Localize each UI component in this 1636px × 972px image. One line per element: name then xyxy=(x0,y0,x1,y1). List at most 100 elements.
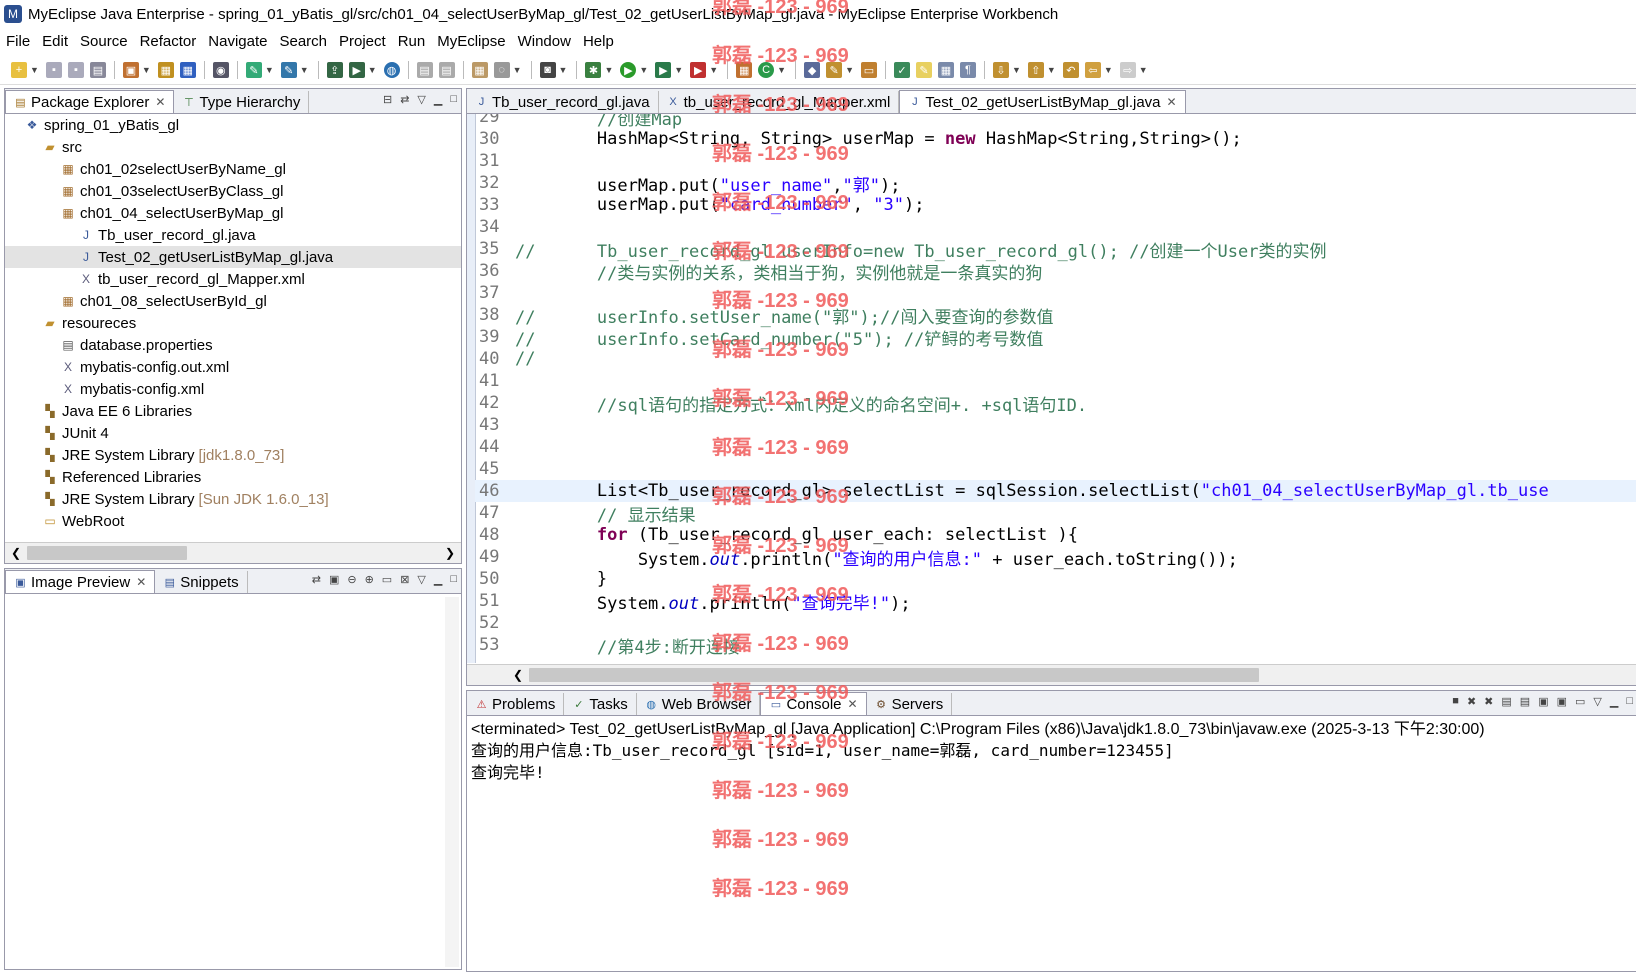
code-line[interactable]: 53 //第4步:断开连接 xyxy=(475,634,1636,658)
open-console-icon[interactable]: ▭ xyxy=(1575,695,1585,708)
code-line[interactable]: 52 xyxy=(475,612,1636,634)
report-icon[interactable]: ▤ xyxy=(416,62,433,78)
zoom-out-icon[interactable]: ⊖ xyxy=(347,573,356,586)
minimize-icon[interactable]: ▁ xyxy=(1610,695,1618,708)
debug-icon[interactable]: ✱ xyxy=(585,62,602,78)
code-line[interactable]: 33 userMap.put("card_number", "3"); xyxy=(475,194,1636,216)
new-class-icon[interactable]: C xyxy=(758,62,775,78)
close-icon[interactable]: ✕ xyxy=(155,95,165,109)
open-type-icon[interactable]: ▦ xyxy=(471,62,488,78)
tree-item[interactable]: Xmybatis-config.xml xyxy=(5,378,461,400)
server-icon[interactable]: ▦ xyxy=(179,62,196,78)
code-line[interactable]: 37 xyxy=(475,282,1636,304)
tab-tb-user-record-java[interactable]: J Tb_user_record_gl.java xyxy=(467,91,659,113)
tree-item[interactable]: ▰ resoureces xyxy=(5,312,461,334)
tree-item[interactable]: ▦ ch01_04_selectUserByMap_gl xyxy=(5,202,461,224)
tree-item[interactable]: ▦ ch01_08_selectUserById_gl xyxy=(5,290,461,312)
console-output[interactable]: <terminated> Test_02_getUserListByMap_gl… xyxy=(467,716,1636,971)
tree-item[interactable]: Xtb_user_record_gl_Mapper.xml xyxy=(5,268,461,290)
code-line[interactable]: 46 List<Tb_user_record_gl> selectList = … xyxy=(475,480,1636,502)
deploy-icon[interactable]: ▦ xyxy=(157,62,174,78)
maximize-icon[interactable]: □ xyxy=(450,573,457,586)
block-selection-icon[interactable]: ▦ xyxy=(937,62,954,78)
menu-navigate[interactable]: Navigate xyxy=(202,33,273,50)
code-line[interactable]: 32 userMap.put("user_name","郭"); xyxy=(475,172,1636,196)
tree-item[interactable]: ▚ Referenced Libraries xyxy=(5,466,461,488)
terminate-icon[interactable]: ■ xyxy=(1452,695,1459,708)
minimize-icon[interactable]: ▁ xyxy=(434,93,442,106)
open-task-icon[interactable]: ✎ xyxy=(826,62,843,78)
tab-problems[interactable]: ⚠ Problems xyxy=(467,693,565,715)
maximize-icon[interactable]: □ xyxy=(450,93,457,106)
scroll-right-icon[interactable]: ❯ xyxy=(445,546,455,560)
open-type-hierarchy-icon[interactable]: ◆ xyxy=(804,62,821,78)
last-edit-icon[interactable]: ↶ xyxy=(1062,62,1079,78)
show-whitespace-icon[interactable]: ¶ xyxy=(959,62,976,78)
tree-item[interactable]: ❖ spring_01_yBatis_gl xyxy=(5,114,461,136)
actual-size-icon[interactable]: ▭ xyxy=(382,573,392,586)
next-annotation-icon[interactable]: ⇩ xyxy=(992,62,1009,78)
tree-item[interactable]: ▤ database.properties xyxy=(5,334,461,356)
code-line[interactable]: 50 } xyxy=(475,568,1636,590)
run-server-icon[interactable]: ▶ xyxy=(348,62,365,78)
tab-package-explorer[interactable]: ▤ Package Explorer ✕ xyxy=(5,90,175,113)
run-icon[interactable]: ▶ xyxy=(620,62,637,78)
tab-snippets[interactable]: ▤ Snippets xyxy=(155,571,248,593)
new-icon[interactable]: + xyxy=(11,62,27,78)
zoom-in-icon[interactable]: ⊕ xyxy=(365,573,374,586)
minimize-icon[interactable]: ▁ xyxy=(434,573,442,586)
vertical-scrollbar[interactable] xyxy=(445,597,459,967)
toggle-mark-icon[interactable]: ✓ xyxy=(893,62,910,78)
code-line[interactable]: 38// userInfo.setUser_name("郭");//闯入要查询的… xyxy=(475,304,1636,328)
new-java-project-icon[interactable]: ▦ xyxy=(736,62,753,78)
code-line[interactable]: 49 System.out.println("查询的用户信息:" + user_… xyxy=(475,546,1636,570)
tab-servers[interactable]: ⚙ Servers xyxy=(867,693,953,715)
toggle-highlight-icon[interactable]: ✎ xyxy=(915,62,932,78)
database-icon[interactable]: ◉ xyxy=(212,62,229,78)
remove-launch-icon[interactable]: ✖ xyxy=(1467,695,1476,708)
scroll-left-icon[interactable]: ❮ xyxy=(11,546,21,560)
code-line[interactable]: 51 System.out.println("查询完毕!"); xyxy=(475,590,1636,614)
tree-item[interactable]: J Tb_user_record_gl.java xyxy=(5,224,461,246)
fit-window-icon[interactable]: ⊠ xyxy=(400,573,409,586)
pin-console-icon[interactable]: ▣ xyxy=(1538,695,1548,708)
sync-icon[interactable]: ⇄ xyxy=(312,573,321,586)
scroll-left-icon[interactable]: ❮ xyxy=(513,668,523,682)
close-icon[interactable]: ✕ xyxy=(1167,95,1177,109)
prev-annotation-icon[interactable]: ⇧ xyxy=(1027,62,1044,78)
tab-tasks[interactable]: ✓ Tasks xyxy=(564,693,637,715)
code-line[interactable]: 34 xyxy=(475,216,1636,238)
tab-console[interactable]: ▭ Console ✕ xyxy=(760,692,867,715)
tab-mapper-xml[interactable]: X tb_user_record_gl_Mapper.xml xyxy=(659,91,900,113)
tree-item[interactable]: ▚ JUnit 4 xyxy=(5,422,461,444)
tab-type-hierarchy[interactable]: ⊤ Type Hierarchy xyxy=(174,91,310,113)
view-menu-icon[interactable]: ▽ xyxy=(417,93,425,106)
scroll-lock-icon[interactable]: ▤ xyxy=(1520,695,1530,708)
code-line[interactable]: 48 for (Tb_user_record_gl user_each: sel… xyxy=(475,524,1636,546)
spring-icon[interactable]: ✎ xyxy=(280,62,297,78)
link-editor-icon[interactable]: ⇄ xyxy=(400,93,409,106)
code-line[interactable]: 31 xyxy=(475,150,1636,172)
code-line[interactable]: 40 // xyxy=(475,348,1636,370)
save-icon[interactable]: ▪ xyxy=(45,62,62,78)
menu-file[interactable]: File xyxy=(0,33,36,50)
scroll-thumb[interactable] xyxy=(529,668,1260,682)
tree-item[interactable]: ▦ ch01_02selectUserByName_gl xyxy=(5,158,461,180)
open-folder-icon[interactable]: ▭ xyxy=(860,62,877,78)
code-line[interactable]: 36 //类与实例的关系，类相当于狗，实例他就是一条真实的狗 xyxy=(475,260,1636,284)
close-icon[interactable]: ✕ xyxy=(848,697,858,711)
code-line[interactable]: 39 // userInfo.setCard_number("5"); //铲鲟的… xyxy=(475,326,1636,350)
view-menu-icon[interactable]: ▽ xyxy=(1593,695,1601,708)
menu-source[interactable]: Source xyxy=(74,33,134,50)
tree-item[interactable]: ▰ src xyxy=(5,136,461,158)
menu-search[interactable]: Search xyxy=(273,33,333,50)
scroll-thumb[interactable] xyxy=(27,546,188,560)
maximize-icon[interactable]: □ xyxy=(1626,695,1633,708)
forward-icon[interactable]: ⇨ xyxy=(1119,62,1136,78)
save-all-icon[interactable]: ▪ xyxy=(67,62,84,78)
tree-item[interactable]: ▚ Java EE 6 Libraries xyxy=(5,400,461,422)
code-line[interactable]: 45 xyxy=(475,458,1636,480)
code-line[interactable]: 29 //创建Map xyxy=(475,114,1636,130)
tree-item[interactable]: ▭ WebRoot xyxy=(5,510,461,532)
close-icon[interactable]: ✕ xyxy=(136,575,146,589)
